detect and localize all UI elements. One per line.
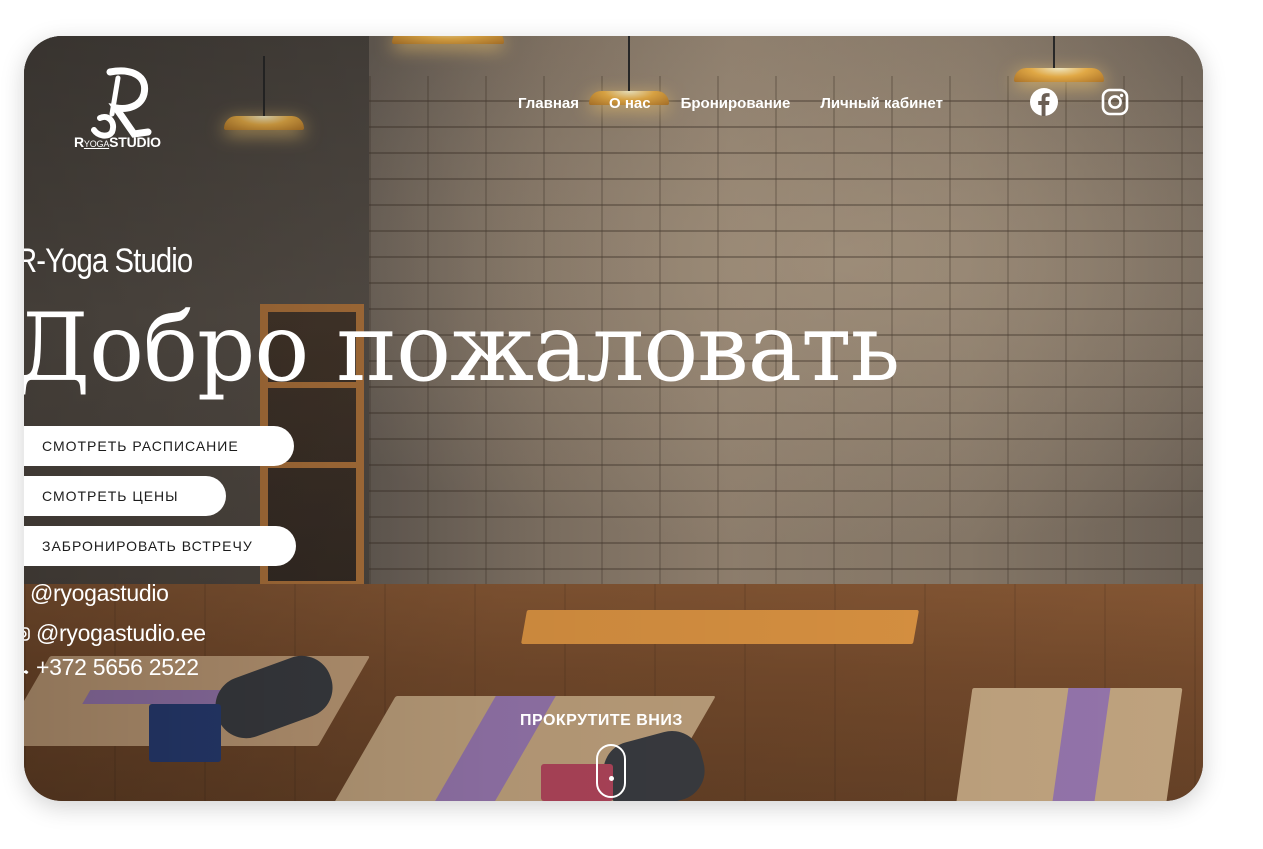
nav-item-booking[interactable]: Бронирование [681, 95, 791, 112]
background-overlay [24, 36, 1203, 801]
instagram-icon [24, 626, 30, 641]
scroll-mouse-icon[interactable] [596, 744, 626, 798]
logo[interactable]: RYOGASTUDIO [72, 66, 172, 156]
view-prices-button[interactable]: СМОТРЕТЬ ЦЕНЫ [24, 476, 226, 516]
nav-item-home[interactable]: Главная [518, 95, 579, 112]
contact-facebook[interactable]: @ryogastudio [30, 580, 169, 607]
hero-section: RYOGASTUDIO Главная О нас Бронирование Л… [24, 36, 1203, 801]
instagram-icon[interactable] [1101, 88, 1129, 116]
contact-phone[interactable]: +372 5656 2522 [24, 654, 199, 681]
scroll-down-label[interactable]: ПРОКРУТИТЕ ВНИЗ [520, 712, 683, 730]
nav-item-about[interactable]: О нас [609, 95, 651, 112]
contact-instagram-text: @ryogastudio.ee [36, 620, 206, 646]
facebook-icon[interactable] [1030, 88, 1058, 116]
page-title: Добро пожаловать [24, 294, 900, 403]
nav-item-account[interactable]: Личный кабинет [820, 95, 943, 112]
main-nav: Главная О нас Бронирование Личный кабине… [518, 92, 943, 114]
contact-facebook-text: @ryogastudio [30, 580, 169, 606]
book-appointment-button[interactable]: ЗАБРОНИРОВАТЬ ВСТРЕЧУ [24, 526, 296, 566]
scroll-wheel-icon [609, 776, 614, 781]
view-schedule-button[interactable]: СМОТРЕТЬ РАСПИСАНИЕ [24, 426, 294, 466]
logo-text: RYOGASTUDIO [74, 134, 161, 150]
phone-icon [24, 669, 29, 674]
contact-instagram[interactable]: @ryogastudio.ee [24, 620, 206, 647]
brand-name: R-Yoga Studio [24, 242, 193, 280]
contact-phone-text: +372 5656 2522 [36, 654, 199, 680]
